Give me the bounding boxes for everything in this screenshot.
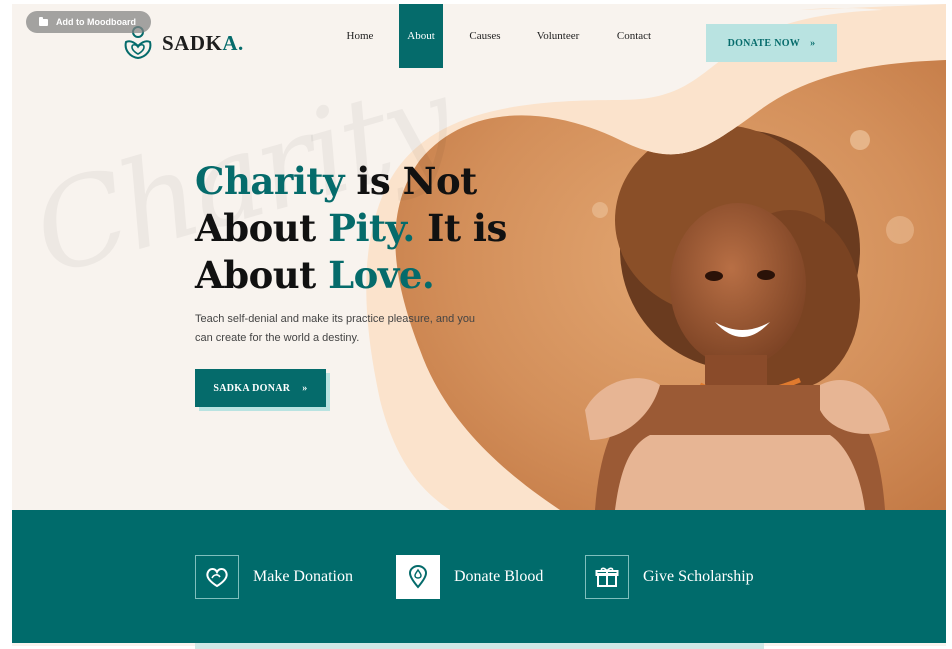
heart-leaf-icon bbox=[206, 568, 228, 588]
service-icon-box bbox=[396, 555, 440, 599]
add-to-moodboard-button[interactable]: Add to Moodboard bbox=[26, 11, 151, 33]
service-donate-blood[interactable]: Donate Blood bbox=[396, 555, 543, 599]
donate-now-label: DONATE NOW bbox=[727, 37, 801, 49]
hero-subtext: Teach self-denial and make its practice … bbox=[195, 313, 476, 344]
service-icon-box bbox=[195, 555, 239, 599]
service-label: Give Scholarship bbox=[643, 568, 754, 585]
double-chevron-icon: » bbox=[302, 382, 308, 394]
nav-volunteer[interactable]: Volunteer bbox=[527, 4, 589, 68]
moodboard-label: Add to Moodboard bbox=[56, 17, 136, 27]
hero-headline: Charity is Not About Pity. It is About L… bbox=[195, 159, 507, 297]
service-make-donation[interactable]: Make Donation bbox=[195, 555, 353, 599]
brand-name: SADKA. bbox=[162, 30, 244, 55]
nav-home[interactable]: Home bbox=[338, 4, 382, 68]
nav-about[interactable]: About bbox=[399, 4, 443, 68]
blood-pin-icon bbox=[408, 565, 428, 589]
service-give-scholarship[interactable]: Give Scholarship bbox=[585, 555, 754, 599]
band-accent-strip bbox=[195, 643, 764, 649]
double-chevron-icon: » bbox=[810, 37, 816, 49]
nav-causes[interactable]: Causes bbox=[461, 4, 509, 68]
folder-icon bbox=[39, 16, 48, 26]
service-icon-box bbox=[585, 555, 629, 599]
cta-label: SADKA DONAR bbox=[213, 382, 291, 394]
service-label: Make Donation bbox=[253, 568, 353, 585]
service-label: Donate Blood bbox=[454, 568, 544, 585]
gift-icon bbox=[595, 567, 619, 587]
nav-contact[interactable]: Contact bbox=[608, 4, 660, 68]
sadka-donar-button[interactable]: SADKA DONAR » bbox=[195, 369, 326, 407]
donate-now-button[interactable]: DONATE NOW » bbox=[706, 24, 837, 62]
